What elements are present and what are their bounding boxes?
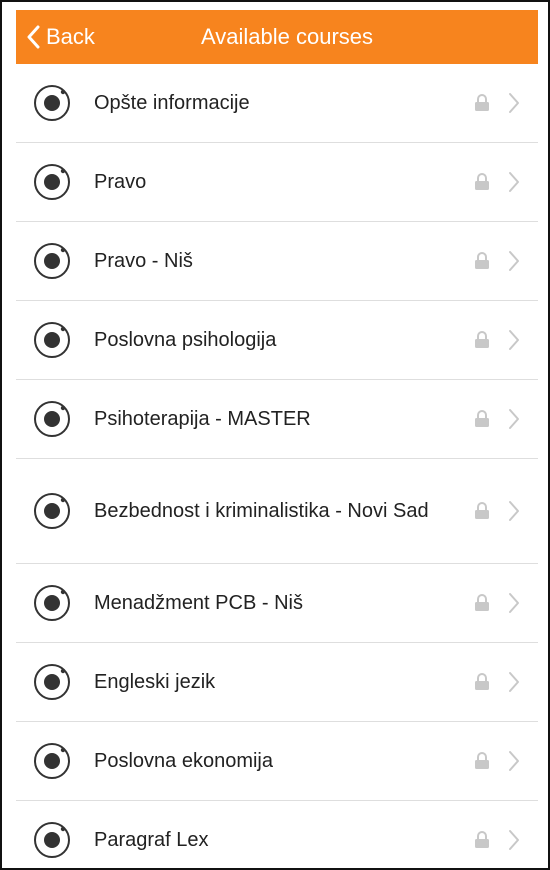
list-item-course[interactable]: Pravo - Niš <box>16 222 538 301</box>
chevron-right-icon <box>509 172 519 192</box>
course-icon <box>34 85 70 121</box>
course-label: Bezbednost i kriminalistika - Novi Sad <box>94 500 429 522</box>
course-icon <box>34 822 70 858</box>
course-label: Menadžment PCB - Niš <box>94 592 303 614</box>
lock-icon <box>475 502 489 519</box>
list-item-course[interactable]: Poslovna psihologija <box>16 301 538 380</box>
lock-icon <box>475 410 489 427</box>
lock-icon <box>475 252 489 269</box>
nav-bar: Back Available courses <box>16 10 538 64</box>
course-list: Opšte informacije Pravo Pravo - Niš Posl… <box>16 64 538 868</box>
chevron-right-icon <box>509 593 519 613</box>
chevron-right-icon <box>509 409 519 429</box>
course-label: Poslovna ekonomija <box>94 750 273 772</box>
lock-icon <box>475 673 489 690</box>
list-item-course[interactable]: Psihoterapija - MASTER <box>16 380 538 459</box>
app-frame: Back Available courses Opšte informacije… <box>0 0 550 870</box>
course-icon <box>34 243 70 279</box>
chevron-left-icon <box>27 25 40 49</box>
course-icon <box>34 164 70 200</box>
chevron-right-icon <box>509 830 519 850</box>
list-item-course[interactable]: Engleski jezik <box>16 643 538 722</box>
course-icon <box>34 493 70 529</box>
course-label: Paragraf Lex <box>94 829 209 851</box>
lock-icon <box>475 173 489 190</box>
course-label: Poslovna psihologija <box>94 329 277 351</box>
lock-icon <box>475 94 489 111</box>
lock-icon <box>475 594 489 611</box>
course-icon <box>34 664 70 700</box>
course-icon <box>34 322 70 358</box>
chevron-right-icon <box>509 251 519 271</box>
list-item-course[interactable]: Paragraf Lex <box>16 801 538 868</box>
course-icon <box>34 585 70 621</box>
course-icon <box>34 401 70 437</box>
chevron-right-icon <box>509 672 519 692</box>
list-item-course[interactable]: Poslovna ekonomija <box>16 722 538 801</box>
list-item-course[interactable]: Opšte informacije <box>16 64 538 143</box>
course-label: Psihoterapija - MASTER <box>94 408 311 430</box>
chevron-right-icon <box>509 501 519 521</box>
lock-icon <box>475 831 489 848</box>
course-label: Pravo - Niš <box>94 250 193 272</box>
list-item-course[interactable]: Bezbednost i kriminalistika - Novi Sad <box>16 459 538 564</box>
course-label: Engleski jezik <box>94 671 216 693</box>
chevron-right-icon <box>509 93 519 113</box>
list-item-course[interactable]: Pravo <box>16 143 538 222</box>
course-icon <box>34 743 70 779</box>
course-label: Opšte informacije <box>94 92 250 114</box>
lock-icon <box>475 331 489 348</box>
back-button[interactable]: Back <box>26 10 95 64</box>
lock-icon <box>475 752 489 769</box>
back-label: Back <box>46 24 95 49</box>
chevron-right-icon <box>509 330 519 350</box>
course-label: Pravo <box>94 171 147 193</box>
chevron-right-icon <box>509 751 519 771</box>
list-item-course[interactable]: Menadžment PCB - Niš <box>16 564 538 643</box>
